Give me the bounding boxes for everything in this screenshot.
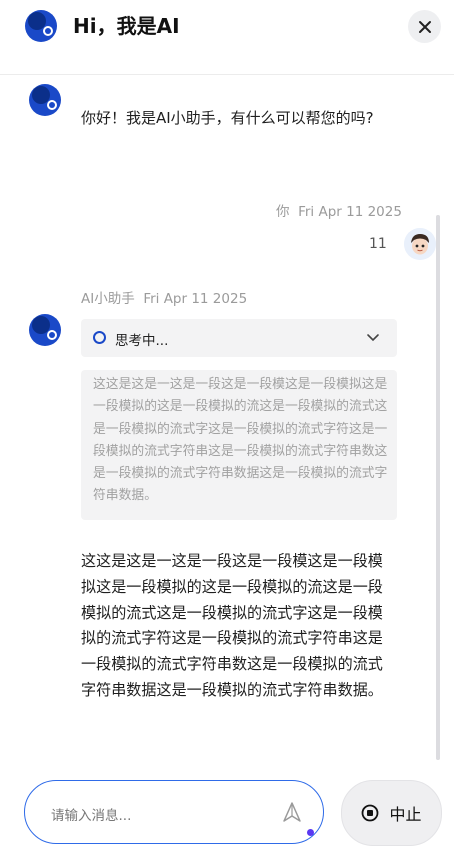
user-avatar-icon bbox=[404, 228, 436, 260]
user-avatar bbox=[404, 228, 436, 260]
chat-scrollbar[interactable] bbox=[436, 215, 440, 760]
header: Hi，我是AI bbox=[0, 0, 454, 75]
ai-message-meta: AI小助手 Fri Apr 11 2025 bbox=[81, 287, 247, 307]
ai-answer-message: 这这是这是一这是一段这是一段模这是一段模拟这是一段模拟的这是一段模拟的流这是一段… bbox=[81, 552, 383, 699]
ai-sender: AI小助手 bbox=[81, 291, 135, 307]
thinking-label: 思考中... bbox=[115, 333, 169, 349]
stop-label: 中止 bbox=[389, 805, 422, 824]
ai-message-time: Fri Apr 11 2025 bbox=[143, 291, 248, 307]
ai-avatar-icon bbox=[29, 84, 61, 116]
stop-icon bbox=[362, 804, 379, 822]
stop-button[interactable]: 中止 bbox=[341, 780, 442, 846]
message-input[interactable]: 请输入消息... bbox=[24, 780, 324, 844]
thinking-toggle[interactable]: 思考中... bbox=[81, 319, 397, 357]
chevron-down-icon bbox=[367, 334, 379, 342]
user-sender: 你 bbox=[276, 204, 290, 220]
ai-greeting-message: 你好！我是AI小助手，有什么可以帮您的吗? bbox=[81, 109, 374, 127]
close-icon bbox=[418, 20, 431, 33]
thinking-text: 这这是这是一这是一段这是一段模这是一段模拟这是一段模拟的这是一段模拟的流这是一段… bbox=[93, 377, 388, 504]
page-title: Hi，我是AI bbox=[73, 14, 180, 38]
input-placeholder: 请输入消息... bbox=[51, 808, 132, 824]
typing-indicator-dot bbox=[307, 829, 314, 836]
thinking-content: 这这是这是一这是一段这是一段模这是一段模拟这是一段模拟的这是一段模拟的流这是一段… bbox=[81, 370, 397, 520]
ai-avatar-icon bbox=[29, 314, 61, 346]
user-message-time: Fri Apr 11 2025 bbox=[298, 204, 402, 220]
close-button[interactable] bbox=[408, 10, 441, 43]
send-icon[interactable] bbox=[281, 801, 303, 823]
scrollbar-thumb[interactable] bbox=[436, 215, 440, 760]
user-message: 11 bbox=[369, 236, 387, 252]
thinking-status-icon bbox=[93, 331, 106, 344]
ai-logo-icon bbox=[25, 10, 57, 42]
user-message-meta: 你 Fri Apr 11 2025 bbox=[276, 200, 402, 220]
